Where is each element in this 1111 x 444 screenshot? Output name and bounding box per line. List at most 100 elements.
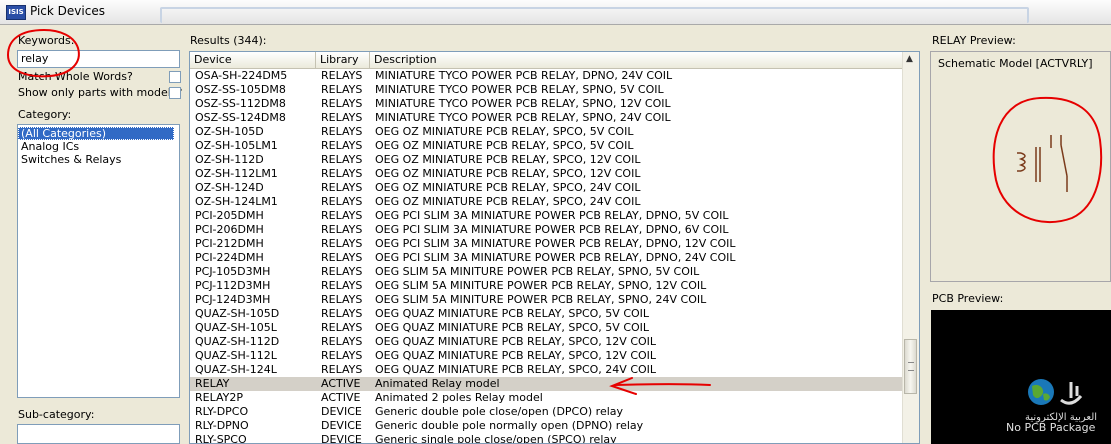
- category-item-switches-relays[interactable]: Switches & Relays: [18, 153, 179, 166]
- table-row[interactable]: PCI-212DMH RELAYS OEG PCI SLIM 3A MINIATUR…: [190, 237, 903, 251]
- library-cell: RELAYS: [321, 195, 363, 208]
- description-cell: OEG OZ MINIATURE PCB RELAY, SPCO, 12V CO…: [375, 167, 641, 180]
- device-cell: PCJ-124D3MH: [195, 293, 271, 306]
- table-row[interactable]: RLY-DPNO DEVICE Generic double pole normal…: [190, 419, 903, 433]
- description-cell: OEG QUAZ MINIATURE PCB RELAY, SPCO, 12V …: [375, 335, 657, 348]
- table-row[interactable]: PCJ-124D3MH RELAYS OEG SLIM 5A MINITURE PO…: [190, 293, 903, 307]
- table-row[interactable]: QUAZ-SH-105D RELAYS OEG QUAZ MINIATURE PCB…: [190, 307, 903, 321]
- subcategory-label: Sub-category:: [18, 408, 95, 421]
- table-row[interactable]: OZ-SH-105LM1 RELAYS OEG OZ MINIATURE PCB R…: [190, 139, 903, 153]
- table-row[interactable]: PCJ-112D3MH RELAYS OEG SLIM 5A MINITURE PO…: [190, 279, 903, 293]
- column-header-description[interactable]: Description: [370, 52, 903, 68]
- table-row[interactable]: PCJ-105D3MH RELAYS OEG SLIM 5A MINITURE PO…: [190, 265, 903, 279]
- table-row[interactable]: RELAY2P ACTIVE Animated 2 poles Relay mode…: [190, 391, 903, 405]
- category-label: Category:: [18, 108, 72, 121]
- table-row[interactable]: OZ-SH-124D RELAYS OEG OZ MINIATURE PCB REL…: [190, 181, 903, 195]
- no-pcb-text: No PCB Package: [1006, 421, 1096, 434]
- table-row[interactable]: OZ-SH-124LM1 RELAYS OEG OZ MINIATURE PCB R…: [190, 195, 903, 209]
- table-row[interactable]: PCI-224DMH RELAYS OEG PCI SLIM 3A MINIATUR…: [190, 251, 903, 265]
- library-cell: RELAYS: [321, 223, 363, 236]
- window-title: Pick Devices: [30, 4, 105, 18]
- library-cell: RELAYS: [321, 111, 363, 124]
- device-cell: QUAZ-SH-105L: [195, 321, 277, 334]
- title-bar: ISIS Pick Devices: [0, 0, 1111, 25]
- keywords-label: Keywords:: [18, 34, 75, 47]
- scroll-up-arrow-icon[interactable]: ▲: [906, 54, 913, 64]
- library-cell: RELAYS: [321, 293, 363, 306]
- table-row[interactable]: RLY-SPCO DEVICE Generic single pole close/…: [190, 433, 903, 444]
- table-row[interactable]: OZ-SH-112LM1 RELAYS OEG OZ MINIATURE PCB R…: [190, 167, 903, 181]
- scroll-thumb[interactable]: [904, 339, 917, 394]
- library-cell: RELAYS: [321, 265, 363, 278]
- description-cell: Generic double pole normally open (DPNO)…: [375, 419, 644, 432]
- device-cell: PCI-205DMH: [195, 209, 264, 222]
- description-cell: OEG SLIM 5A MINITURE POWER PCB RELAY, SP…: [375, 265, 700, 278]
- description-cell: OEG OZ MINIATURE PCB RELAY, SPCO, 24V CO…: [375, 195, 641, 208]
- library-cell: RELAYS: [321, 153, 363, 166]
- window-ghost-outline: [160, 7, 1029, 23]
- device-cell: PCI-206DMH: [195, 223, 264, 236]
- library-cell: RELAYS: [321, 321, 363, 334]
- results-scrollbar[interactable]: ▲: [902, 52, 919, 443]
- results-header: Device Library Description: [190, 52, 903, 69]
- table-row[interactable]: OZ-SH-112D RELAYS OEG OZ MINIATURE PCB REL…: [190, 153, 903, 167]
- table-row[interactable]: OZ-SH-105D RELAYS OEG OZ MINIATURE PCB REL…: [190, 125, 903, 139]
- device-cell: OZ-SH-105D: [195, 125, 264, 138]
- description-cell: OEG PCI SLIM 3A MINIATURE POWER PCB RELA…: [375, 251, 736, 264]
- device-cell: OZ-SH-124D: [195, 181, 264, 194]
- description-cell: OEG OZ MINIATURE PCB RELAY, SPCO, 5V COI…: [375, 139, 634, 152]
- description-cell: OEG QUAZ MINIATURE PCB RELAY, SPCO, 5V C…: [375, 307, 650, 320]
- device-cell: OSA-SH-224DM5: [195, 69, 288, 82]
- library-cell: RELAYS: [321, 363, 363, 376]
- table-row[interactable]: QUAZ-SH-112L RELAYS OEG QUAZ MINIATURE PCB…: [190, 349, 903, 363]
- device-cell: OZ-SH-105LM1: [195, 139, 278, 152]
- description-cell: OEG OZ MINIATURE PCB RELAY, SPCO, 12V CO…: [375, 153, 641, 166]
- table-row[interactable]: OSZ-SS-124DM8 RELAYS MINIATURE TYCO POWER …: [190, 111, 903, 125]
- results-table[interactable]: Device Library Description OSA-SH-224DM5…: [189, 51, 920, 444]
- column-header-library[interactable]: Library: [316, 52, 370, 68]
- show-only-models-checkbox[interactable]: [169, 87, 181, 99]
- description-cell: Animated 2 poles Relay model: [375, 391, 543, 404]
- device-cell: RLY-DPNO: [195, 419, 249, 432]
- description-cell: OEG PCI SLIM 3A MINIATURE POWER PCB RELA…: [375, 237, 736, 250]
- library-cell: RELAYS: [321, 69, 363, 82]
- device-cell: OSZ-SS-124DM8: [195, 111, 286, 124]
- table-row[interactable]: OSA-SH-224DM5 RELAYS MINIATURE TYCO POWER …: [190, 69, 903, 83]
- category-list[interactable]: (All Categories) Analog ICs Switches & R…: [17, 124, 180, 398]
- table-row[interactable]: QUAZ-SH-105L RELAYS OEG QUAZ MINIATURE PCB…: [190, 321, 903, 335]
- library-cell: ACTIVE: [321, 377, 361, 390]
- device-cell: QUAZ-SH-112D: [195, 335, 280, 348]
- table-row[interactable]: OSZ-SS-112DM8 RELAYS MINIATURE TYCO POWER …: [190, 97, 903, 111]
- library-cell: ACTIVE: [321, 391, 361, 404]
- device-cell: QUAZ-SH-112L: [195, 349, 277, 362]
- table-row[interactable]: QUAZ-SH-112D RELAYS OEG QUAZ MINIATURE PCB…: [190, 335, 903, 349]
- library-cell: DEVICE: [321, 433, 362, 444]
- device-cell: RLY-SPCO: [195, 433, 247, 444]
- match-whole-words-label: Match Whole Words?: [18, 70, 133, 83]
- device-cell: PCJ-112D3MH: [195, 279, 271, 292]
- library-cell: RELAYS: [321, 335, 363, 348]
- table-row[interactable]: OSZ-SS-105DM8 RELAYS MINIATURE TYCO POWER …: [190, 83, 903, 97]
- description-cell: OEG OZ MINIATURE PCB RELAY, SPCO, 5V COI…: [375, 125, 634, 138]
- keywords-input[interactable]: relay: [17, 50, 180, 68]
- device-cell: OZ-SH-112LM1: [195, 167, 278, 180]
- description-cell: MINIATURE TYCO POWER PCB RELAY, SPNO, 5V…: [375, 83, 664, 96]
- description-cell: OEG QUAZ MINIATURE PCB RELAY, SPCO, 12V …: [375, 349, 657, 362]
- device-cell: OZ-SH-124LM1: [195, 195, 278, 208]
- table-row[interactable]: RELAY ACTIVE Animated Relay model: [190, 377, 903, 391]
- category-item-analog-ics[interactable]: Analog ICs: [18, 140, 179, 153]
- column-header-device[interactable]: Device: [190, 52, 316, 68]
- table-row[interactable]: QUAZ-SH-124L RELAYS OEG QUAZ MINIATURE PCB…: [190, 363, 903, 377]
- device-cell: OZ-SH-112D: [195, 153, 264, 166]
- pcb-preview: العربية الإلكترونية No PCB Package: [931, 310, 1111, 444]
- description-cell: OEG SLIM 5A MINITURE POWER PCB RELAY, SP…: [375, 293, 707, 306]
- library-cell: RELAYS: [321, 167, 363, 180]
- category-item-all[interactable]: (All Categories): [18, 127, 174, 140]
- subcategory-list[interactable]: [17, 424, 180, 444]
- description-cell: Animated Relay model: [375, 377, 500, 390]
- match-whole-words-checkbox[interactable]: [169, 71, 181, 83]
- show-only-models-label: Show only parts with models?: [18, 86, 183, 99]
- table-row[interactable]: RLY-DPCO DEVICE Generic double pole close/…: [190, 405, 903, 419]
- table-row[interactable]: PCI-206DMH RELAYS OEG PCI SLIM 3A MINIATUR…: [190, 223, 903, 237]
- table-row[interactable]: PCI-205DMH RELAYS OEG PCI SLIM 3A MINIATUR…: [190, 209, 903, 223]
